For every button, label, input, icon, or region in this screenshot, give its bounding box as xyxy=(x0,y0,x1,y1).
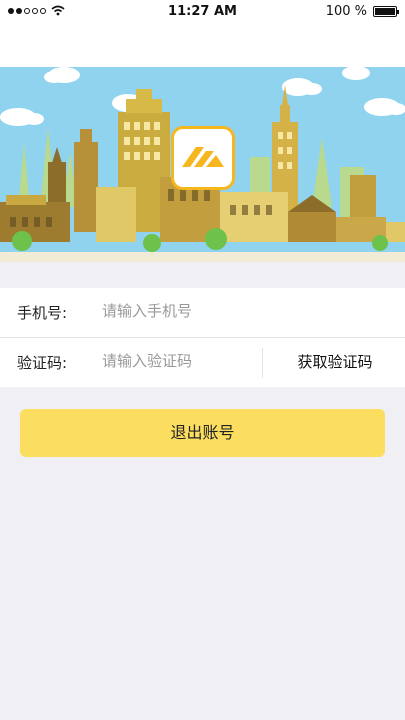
login-form: 手机号: 验证码: 获取验证码 xyxy=(0,288,405,387)
get-code-button[interactable]: 获取验证码 xyxy=(265,338,405,387)
battery-icon xyxy=(373,6,399,17)
status-right: 100 % xyxy=(325,4,399,19)
phone-input[interactable] xyxy=(102,299,252,323)
code-label: 验证码: xyxy=(17,354,68,372)
code-input[interactable] xyxy=(102,349,252,373)
app-logo-icon xyxy=(171,126,235,190)
divider xyxy=(262,348,263,378)
logout-button[interactable]: 退出账号 xyxy=(20,409,385,457)
phone-row: 手机号: xyxy=(0,288,405,338)
phone-label: 手机号: xyxy=(17,304,68,322)
city-banner xyxy=(0,67,405,262)
status-bar: 11:27 AM 100 % xyxy=(0,0,405,24)
battery-percentage: 100 % xyxy=(325,4,367,19)
navigation-bar xyxy=(0,24,405,67)
code-row: 验证码: 获取验证码 xyxy=(0,338,405,387)
